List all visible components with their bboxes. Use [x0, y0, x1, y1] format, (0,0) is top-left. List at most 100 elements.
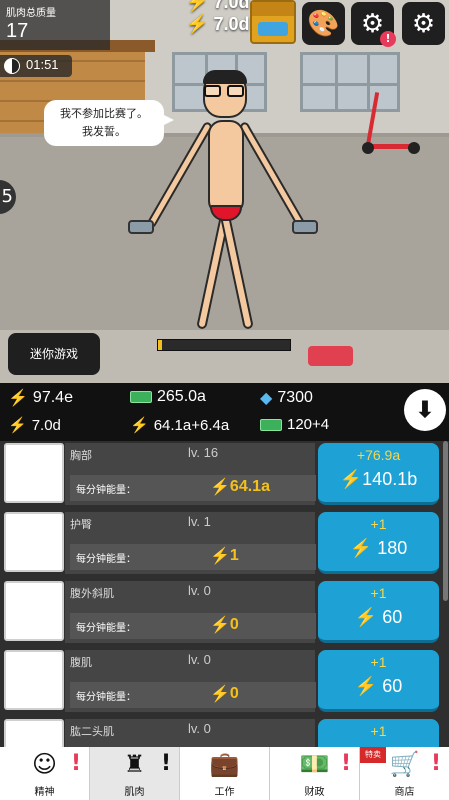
speech-line-1: 我不参加比赛了。 — [60, 107, 148, 120]
upgrade-cost: ⚡140.1b — [318, 469, 439, 490]
upgrade-gain: +1 — [370, 654, 387, 670]
cart-icon: 🛒 — [389, 750, 420, 778]
rate-label: 每分钟能量： — [76, 485, 136, 496]
muscle-rate-bar: 每分钟能量： ⚡ 64.1a — [70, 475, 316, 501]
energy-total-value: 97.4e — [32, 389, 73, 406]
upgrade-button[interactable]: +1 ⚡ 60 — [318, 581, 439, 643]
muscle-list[interactable]: 胸部 lv. 16 每分钟能量： ⚡ 64.1a +76.9a ⚡140.1b 护… — [0, 441, 449, 747]
muscle-name: 腹肌 — [70, 656, 92, 669]
muscle-rate-bar: 每分钟能量： ⚡ 1 — [70, 544, 316, 570]
nav-label: 财政 — [304, 787, 325, 798]
cash-icon — [130, 391, 152, 403]
nav-finance[interactable]: 💵 ! 财政 — [270, 747, 360, 800]
game-screen: 我不参加比赛了。 我发誓。 5 迷你游戏 肌肉总质量 17 01:51 ⚡ 7.… — [0, 0, 449, 800]
glasses-icon — [204, 85, 246, 97]
clock-bolt-icon: ⚡ — [130, 417, 149, 434]
upgrade-cost: ⚡ 60 — [318, 607, 439, 628]
muscle-level: lv. 0 — [188, 652, 211, 667]
rate-label: 每分钟能量： — [76, 554, 136, 565]
clock-bolt-icon: ⚡ — [210, 686, 230, 703]
top-currency-1-value: 7.0d — [213, 0, 250, 12]
muscle-level: lv. 0 — [188, 583, 211, 598]
glute-muscle-icon — [4, 512, 64, 572]
muscle-rate: ⚡ 64.1a — [210, 477, 270, 497]
top-currency-2: ⚡ 7.0d — [186, 14, 249, 35]
clock-bolt-icon: ⚡ — [210, 617, 230, 634]
bolt-icon: ⚡ — [8, 390, 28, 407]
alert-icon: ! — [340, 751, 351, 776]
treasure-chest-button[interactable] — [250, 0, 296, 44]
settings-button[interactable]: ⚙ — [402, 2, 445, 45]
top-currency-2-value: 7.0d — [213, 14, 250, 34]
clock-bolt-icon: ⚡ — [210, 479, 230, 496]
muscle-row: 护臀 lv. 1 每分钟能量： ⚡ 1 +1 ⚡ 180 — [0, 510, 449, 578]
body-icon: ♜ — [123, 750, 146, 778]
speech-bubble: 我不参加比赛了。 我发誓。 — [44, 100, 174, 146]
palette-icon: 🎨 — [307, 8, 340, 39]
character-hair — [203, 70, 247, 84]
muscle-name: 护臀 — [70, 518, 92, 531]
muscle-rate-bar: 每分钟能量： ⚡ 0 — [70, 613, 316, 639]
bottom-nav: ☺ ! 精神 ♜ ! 肌肉 💼 工作 💵 ! 财政 特卖 🛒 ! 商店 — [0, 747, 449, 800]
cash-rate: 120+4 — [260, 416, 329, 433]
nav-label: 商店 — [394, 787, 415, 798]
upgrade-button[interactable]: +1 — [318, 719, 439, 747]
alert-icon: ! — [160, 751, 171, 776]
cash-total: 265.0a — [130, 388, 206, 406]
muscle-level: lv. 0 — [188, 721, 211, 736]
energy-total: ⚡ 97.4e — [8, 388, 73, 408]
upgrade-cost-value: 180 — [377, 538, 408, 558]
abs-muscle-icon — [4, 650, 64, 710]
upgrade-cost: ⚡ 180 — [318, 538, 439, 559]
boost-timer[interactable]: 01:51 — [0, 55, 72, 77]
oblique-muscle-icon — [4, 581, 64, 641]
upgrade-gain: +1 — [370, 723, 387, 739]
mini-game-button[interactable]: 迷你游戏 — [8, 333, 100, 375]
nav-muscle[interactable]: ♜ ! 肌肉 — [90, 747, 180, 800]
rate-label: 每分钟能量： — [76, 692, 136, 703]
muscle-row: 腹肌 lv. 0 每分钟能量： ⚡ 0 +1 ⚡ 60 — [0, 648, 449, 716]
muscle-rate: ⚡ 0 — [210, 615, 239, 635]
upgrade-gain: +76.9a — [356, 447, 401, 463]
speech-line-2: 我发誓。 — [82, 125, 126, 138]
collapse-button[interactable]: ⬇ — [404, 389, 446, 431]
nav-label: 肌肉 — [124, 787, 145, 798]
muscle-rate-value: 64.1a — [229, 478, 270, 495]
training-progress-fill — [158, 340, 162, 350]
floor-dumbbell-icon[interactable] — [308, 346, 353, 366]
upgrade-button[interactable]: +1 ⚡ 60 — [318, 650, 439, 712]
cash-total-value: 265.0a — [157, 388, 206, 405]
energy-per-tap-value: 7.0d — [31, 416, 61, 434]
muscle-rate-bar: 每分钟能量： ⚡ 0 — [70, 682, 316, 708]
upgrade-cost: ⚡ 60 — [318, 676, 439, 697]
tap-energy-icon: ⚡ — [8, 417, 27, 434]
muscle-level: lv. 16 — [188, 445, 219, 460]
gem-total: ◆ 7300 — [260, 388, 313, 408]
muscle-rate: ⚡ 1 — [210, 546, 239, 566]
scooter-icon — [360, 92, 420, 162]
yin-yang-icon — [4, 58, 20, 74]
bolt-icon: ⚡ — [354, 676, 378, 696]
upgrade-button[interactable]: +76.9a ⚡140.1b — [318, 443, 439, 505]
muscle-rate-value: 0 — [229, 616, 239, 633]
muscle-rate: ⚡ 0 — [210, 684, 239, 704]
nav-label: 精神 — [34, 787, 55, 798]
nav-shop[interactable]: 特卖 🛒 ! 商店 — [360, 747, 449, 800]
upgrade-button[interactable]: +1 ⚡ 180 — [318, 512, 439, 574]
nav-work[interactable]: 💼 工作 — [180, 747, 270, 800]
bicep-muscle-icon — [4, 719, 64, 747]
gym-scene[interactable]: 我不参加比赛了。 我发誓。 5 迷你游戏 肌肉总质量 17 01:51 ⚡ 7.… — [0, 0, 449, 383]
resource-bar: ⚡ 97.4e 265.0a ◆ 7300 ⚡ 7.0d ⚡ 64.1a+6.4a 12… — [0, 383, 449, 441]
alert-icon: ! — [70, 751, 81, 776]
settings-alert-button[interactable]: ⚙! — [351, 2, 396, 47]
left-dumbbell-icon — [128, 220, 154, 234]
gear-icon: ⚙ — [411, 8, 436, 39]
upgrade-cost-value: 60 — [382, 607, 403, 627]
bolt-icon: ⚡ — [339, 469, 363, 489]
nav-spirit[interactable]: ☺ ! 精神 — [0, 747, 90, 800]
briefcase-icon: 💼 — [209, 750, 240, 778]
palette-button[interactable]: 🎨 — [302, 2, 345, 45]
list-scrollbar[interactable] — [443, 441, 448, 601]
muscle-row: 腹外斜肌 lv. 0 每分钟能量： ⚡ 0 +1 ⚡ 60 — [0, 579, 449, 647]
brain-icon: ☺ — [31, 750, 58, 778]
